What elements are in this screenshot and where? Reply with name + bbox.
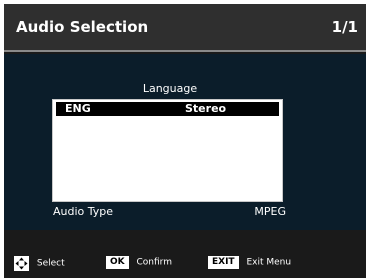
screen: Audio Selection 1/1 Language ENG Stereo … xyxy=(4,4,366,278)
ok-key-icon: OK xyxy=(106,256,129,269)
hint-exit: EXIT Exit Menu xyxy=(208,256,291,269)
menu-header: Audio Selection 1/1 xyxy=(4,4,366,52)
page-indicator: 1/1 xyxy=(331,18,358,36)
track-language: ENG xyxy=(65,102,91,115)
audio-track-list: ENG Stereo xyxy=(52,99,283,202)
audio-track-row[interactable]: ENG Stereo xyxy=(56,102,279,116)
hint-exit-label: Exit Menu xyxy=(246,257,292,268)
audio-panel: Language ENG Stereo Audio Type MPEG xyxy=(4,54,366,230)
audio-type-value: MPEG xyxy=(254,205,286,218)
exit-key-icon: EXIT xyxy=(208,256,239,269)
hint-confirm-label: Confirm xyxy=(136,257,172,268)
key-hint-bar: Select OK Confirm EXIT Exit Menu xyxy=(4,234,366,278)
menu-title: Audio Selection xyxy=(16,18,149,36)
audio-type-label: Audio Type xyxy=(53,205,114,218)
hint-select: Select xyxy=(14,256,65,271)
language-label: Language xyxy=(142,82,198,95)
hint-select-label: Select xyxy=(36,258,65,269)
hint-confirm: OK Confirm xyxy=(106,256,172,269)
track-mode: Stereo xyxy=(185,102,227,115)
dpad-icon xyxy=(14,256,29,271)
